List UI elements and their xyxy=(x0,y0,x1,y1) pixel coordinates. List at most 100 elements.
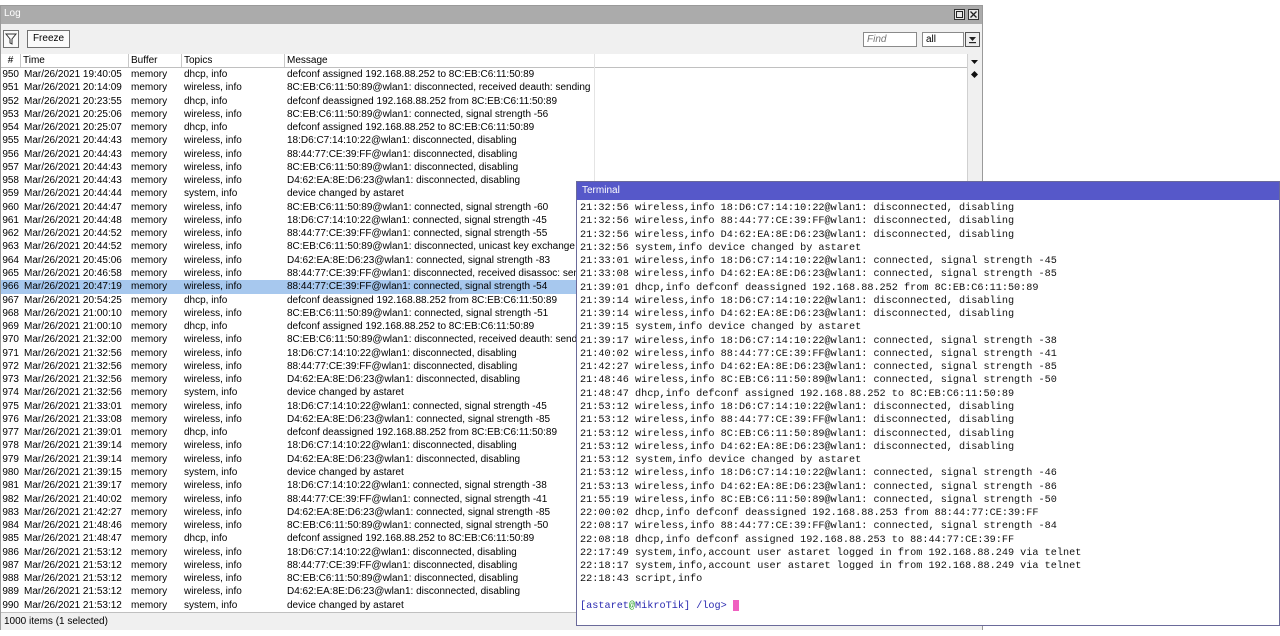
row-message: 18:D6:C7:14:10:22@wlan1: disconnected, d… xyxy=(287,546,517,558)
terminal-output: 21:32:56 wireless,info 18:D6:C7:14:10:22… xyxy=(580,202,1276,587)
table-row[interactable]: 952 Mar/26/2021 20:23:55 memory dhcp, info d… xyxy=(1,95,967,108)
row-time: Mar/26/2021 21:42:27 xyxy=(24,506,122,518)
dropdown-arrow-icon[interactable] xyxy=(965,32,980,47)
table-row[interactable]: 957 Mar/26/2021 20:44:43 memory wireless, i… xyxy=(1,161,967,174)
terminal-line: 21:39:14 wireless,info D4:62:EA:8E:D6:23… xyxy=(580,309,1015,321)
row-buffer: memory xyxy=(131,82,168,94)
row-time: Mar/26/2021 20:25:06 xyxy=(24,108,122,120)
row-buffer: memory xyxy=(131,559,168,571)
row-topics: wireless, info xyxy=(184,559,242,571)
table-row[interactable]: 951 Mar/26/2021 20:14:09 memory wireless, i… xyxy=(1,81,967,94)
terminal-line: 22:18:43 script,info xyxy=(580,574,703,586)
scroll-down-icon[interactable] xyxy=(971,60,978,64)
row-time: Mar/26/2021 20:23:55 xyxy=(24,95,122,107)
close-icon[interactable] xyxy=(968,9,979,20)
row-topics: wireless, info xyxy=(184,360,242,372)
row-message: defconf assigned 192.168.88.252 to 8C:EB… xyxy=(287,321,535,333)
terminal-line: 21:55:19 wireless,info 8C:EB:C6:11:50:89… xyxy=(580,494,1057,506)
column-header-number[interactable]: # xyxy=(1,54,21,67)
table-row[interactable]: 953 Mar/26/2021 20:25:06 memory wireless, i… xyxy=(1,108,967,121)
row-time: Mar/26/2021 21:39:14 xyxy=(24,453,122,465)
row-topics: wireless, info xyxy=(184,480,242,492)
row-time: Mar/26/2021 21:53:12 xyxy=(24,546,122,558)
row-topics: wireless, info xyxy=(184,175,242,187)
row-message: 18:D6:C7:14:10:22@wlan1: disconnected, d… xyxy=(287,135,517,147)
column-header-message[interactable]: Message xyxy=(285,54,595,67)
row-number: 954 xyxy=(2,122,19,134)
terminal-cursor xyxy=(732,600,739,611)
scroll-position-icon[interactable] xyxy=(971,71,978,78)
row-topics: wireless, info xyxy=(184,254,242,266)
row-topics: dhcp, info xyxy=(184,122,228,134)
topic-filter-select[interactable]: all xyxy=(922,32,964,47)
terminal-line: 22:08:18 dhcp,info defconf assigned 192.… xyxy=(580,534,1015,546)
row-topics: system, info xyxy=(184,387,238,399)
row-buffer: memory xyxy=(131,148,168,160)
row-time: Mar/26/2021 19:40:05 xyxy=(24,69,122,80)
log-titlebar[interactable]: Log xyxy=(1,6,982,24)
row-message: D4:62:EA:8E:D6:23@wlan1: disconnected, d… xyxy=(287,453,521,465)
terminal-line: 21:32:56 wireless,info 88:44:77:CE:39:FF… xyxy=(580,216,1015,228)
terminal-titlebar[interactable]: Terminal xyxy=(577,182,1279,200)
terminal-line: 21:39:17 wireless,info 18:D6:C7:14:10:22… xyxy=(580,335,1057,347)
row-number: 970 xyxy=(2,334,19,346)
find-input[interactable] xyxy=(863,32,917,47)
row-number: 953 xyxy=(2,108,19,120)
table-row[interactable]: 955 Mar/26/2021 20:44:43 memory wireless, i… xyxy=(1,134,967,147)
row-topics: dhcp, info xyxy=(184,427,228,439)
terminal-line: 21:39:15 system,info device changed by a… xyxy=(580,322,862,334)
row-time: Mar/26/2021 21:33:01 xyxy=(24,400,122,412)
row-buffer: memory xyxy=(131,520,168,532)
table-row[interactable]: 956 Mar/26/2021 20:44:43 memory wireless, i… xyxy=(1,148,967,161)
column-header-buffer[interactable]: Buffer xyxy=(129,54,182,67)
row-buffer: memory xyxy=(131,546,168,558)
row-topics: dhcp, info xyxy=(184,321,228,333)
row-message: device changed by astaret xyxy=(287,466,404,478)
row-time: Mar/26/2021 20:44:43 xyxy=(24,135,122,147)
row-time: Mar/26/2021 21:39:14 xyxy=(24,440,122,452)
terminal-line: 21:32:56 wireless,info 18:D6:C7:14:10:22… xyxy=(580,203,1015,214)
table-row[interactable]: 954 Mar/26/2021 20:25:07 memory dhcp, info d… xyxy=(1,121,967,134)
row-message: defconf assigned 192.168.88.252 to 8C:EB… xyxy=(287,533,535,545)
column-header-topics[interactable]: Topics xyxy=(182,54,285,67)
freeze-button[interactable]: Freeze xyxy=(27,30,70,48)
terminal-line: 21:32:56 wireless,info D4:62:EA:8E:D6:23… xyxy=(580,229,1015,241)
filter-button[interactable] xyxy=(3,30,19,48)
terminal-line: 21:53:12 system,info device changed by a… xyxy=(580,455,862,467)
row-buffer: memory xyxy=(131,440,168,452)
row-buffer: memory xyxy=(131,214,168,226)
row-message: D4:62:EA:8E:D6:23@wlan1: connected, sign… xyxy=(287,506,551,518)
row-buffer: memory xyxy=(131,533,168,545)
row-buffer: memory xyxy=(131,347,168,359)
row-message: 88:44:77:CE:39:FF@wlan1: connected, sign… xyxy=(287,493,548,505)
table-header: # Time Buffer Topics Message xyxy=(1,54,967,68)
row-time: Mar/26/2021 21:53:12 xyxy=(24,559,122,571)
row-topics: wireless, info xyxy=(184,267,242,279)
row-number: 976 xyxy=(2,413,19,425)
row-topics: system, info xyxy=(184,466,238,478)
row-number: 960 xyxy=(2,201,19,213)
row-buffer: memory xyxy=(131,321,168,333)
row-message: defconf deassigned 192.168.88.252 from 8… xyxy=(287,95,558,107)
terminal-line: 21:53:12 wireless,info 88:44:77:CE:39:FF… xyxy=(580,415,1015,427)
log-toolbar: Freeze all xyxy=(1,24,982,55)
row-number: 977 xyxy=(2,427,19,439)
terminal-line: 21:39:01 dhcp,info defconf deassigned 19… xyxy=(580,282,1039,294)
row-topics: wireless, info xyxy=(184,135,242,147)
column-header-time[interactable]: Time xyxy=(21,54,129,67)
restore-icon[interactable] xyxy=(954,9,965,20)
row-time: Mar/26/2021 21:39:01 xyxy=(24,427,122,439)
table-row[interactable]: 950 Mar/26/2021 19:40:05 memory dhcp, info d… xyxy=(1,68,967,81)
terminal-window[interactable]: Terminal 21:32:56 wireless,info 18:D6:C7… xyxy=(576,181,1280,626)
prompt-user: astaret xyxy=(586,601,629,613)
row-number: 955 xyxy=(2,135,19,147)
row-buffer: memory xyxy=(131,307,168,319)
row-time: Mar/26/2021 21:32:56 xyxy=(24,360,122,372)
terminal-line: 21:53:13 wireless,info D4:62:EA:8E:D6:23… xyxy=(580,481,1057,493)
row-number: 972 xyxy=(2,360,19,372)
row-number: 975 xyxy=(2,400,19,412)
row-message: 8C:EB:C6:11:50:89@wlan1: disconnected, d… xyxy=(287,573,519,585)
row-message: 18:D6:C7:14:10:22@wlan1: connected, sign… xyxy=(287,214,547,226)
row-message: 18:D6:C7:14:10:22@wlan1: disconnected, d… xyxy=(287,440,517,452)
terminal-prompt[interactable]: [astaret@MikroTik] /log> xyxy=(580,600,739,612)
